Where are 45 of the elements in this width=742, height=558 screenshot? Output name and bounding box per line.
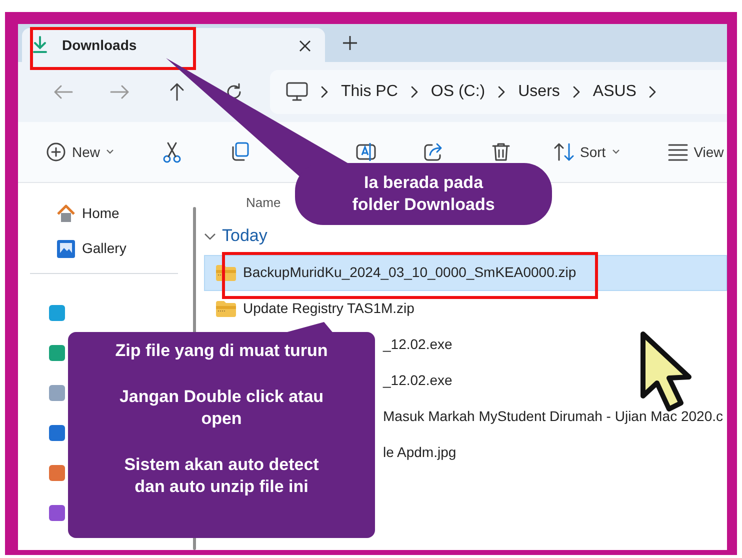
up-icon [168, 82, 186, 102]
new-button[interactable]: New [38, 138, 122, 166]
sidebar-item[interactable]: Gallery [56, 238, 126, 259]
file-row[interactable]: _12.02.exe [372, 362, 727, 398]
breadcrumb-item[interactable]: This PC [341, 80, 398, 104]
tab-label: Downloads [62, 36, 137, 54]
chevron-icon [572, 86, 581, 98]
file-row[interactable]: BackupMuridKu_2024_03_10_0000_SmKEA0000.zip [204, 254, 727, 290]
file-row[interactable]: _12.02.exe [372, 326, 727, 362]
breadcrumb-item[interactable]: Users [518, 80, 560, 104]
chevron-icon [497, 86, 506, 98]
share-icon [424, 142, 444, 162]
sidebar-item[interactable]: Home [56, 203, 120, 224]
callout-text: Sistem akan auto detect dan auto unzip file ini [123, 454, 320, 498]
callout-text: Ia berada pada folder Downloads [351, 172, 496, 216]
back-icon [52, 83, 72, 101]
list-icon [668, 142, 688, 162]
forward-icon [110, 83, 130, 101]
close-icon [299, 40, 311, 52]
chevron-icon [648, 86, 658, 98]
rename-icon [356, 142, 376, 162]
breadcrumb-item[interactable]: ASUS [592, 80, 636, 104]
refresh-icon [224, 83, 242, 101]
address-bar[interactable]: This PC OS (C:) Users ASUS [270, 70, 727, 114]
file-row[interactable]: le Apdm.jpg [372, 434, 727, 470]
file-row[interactable]: Masuk Markah MyStudent Dirumah - Ujian Mac 2020.c [372, 398, 727, 434]
house-icon [56, 204, 76, 224]
tab[interactable]: Downloads [22, 28, 325, 62]
plus-icon [343, 36, 357, 50]
sort-button[interactable]: Sort [546, 138, 628, 166]
zip-folder-icon [215, 300, 237, 318]
breadcrumb-item[interactable]: OS (C:) [430, 80, 486, 104]
scissors-icon [162, 142, 182, 162]
chevron-icon [410, 86, 419, 98]
callout-text: Jangan Double click atau open [118, 386, 325, 430]
view-button[interactable]: View [660, 138, 727, 166]
sort-icon [554, 142, 574, 162]
group-header[interactable]: Today [204, 223, 268, 248]
caret-icon [106, 149, 114, 155]
caret-icon [612, 149, 620, 155]
copy-icon [230, 142, 250, 162]
callout-text: Zip file yang di muat turun [114, 340, 329, 362]
trash-icon [492, 142, 510, 162]
chevron-icon [320, 86, 329, 98]
plus-circle-icon [46, 142, 66, 162]
